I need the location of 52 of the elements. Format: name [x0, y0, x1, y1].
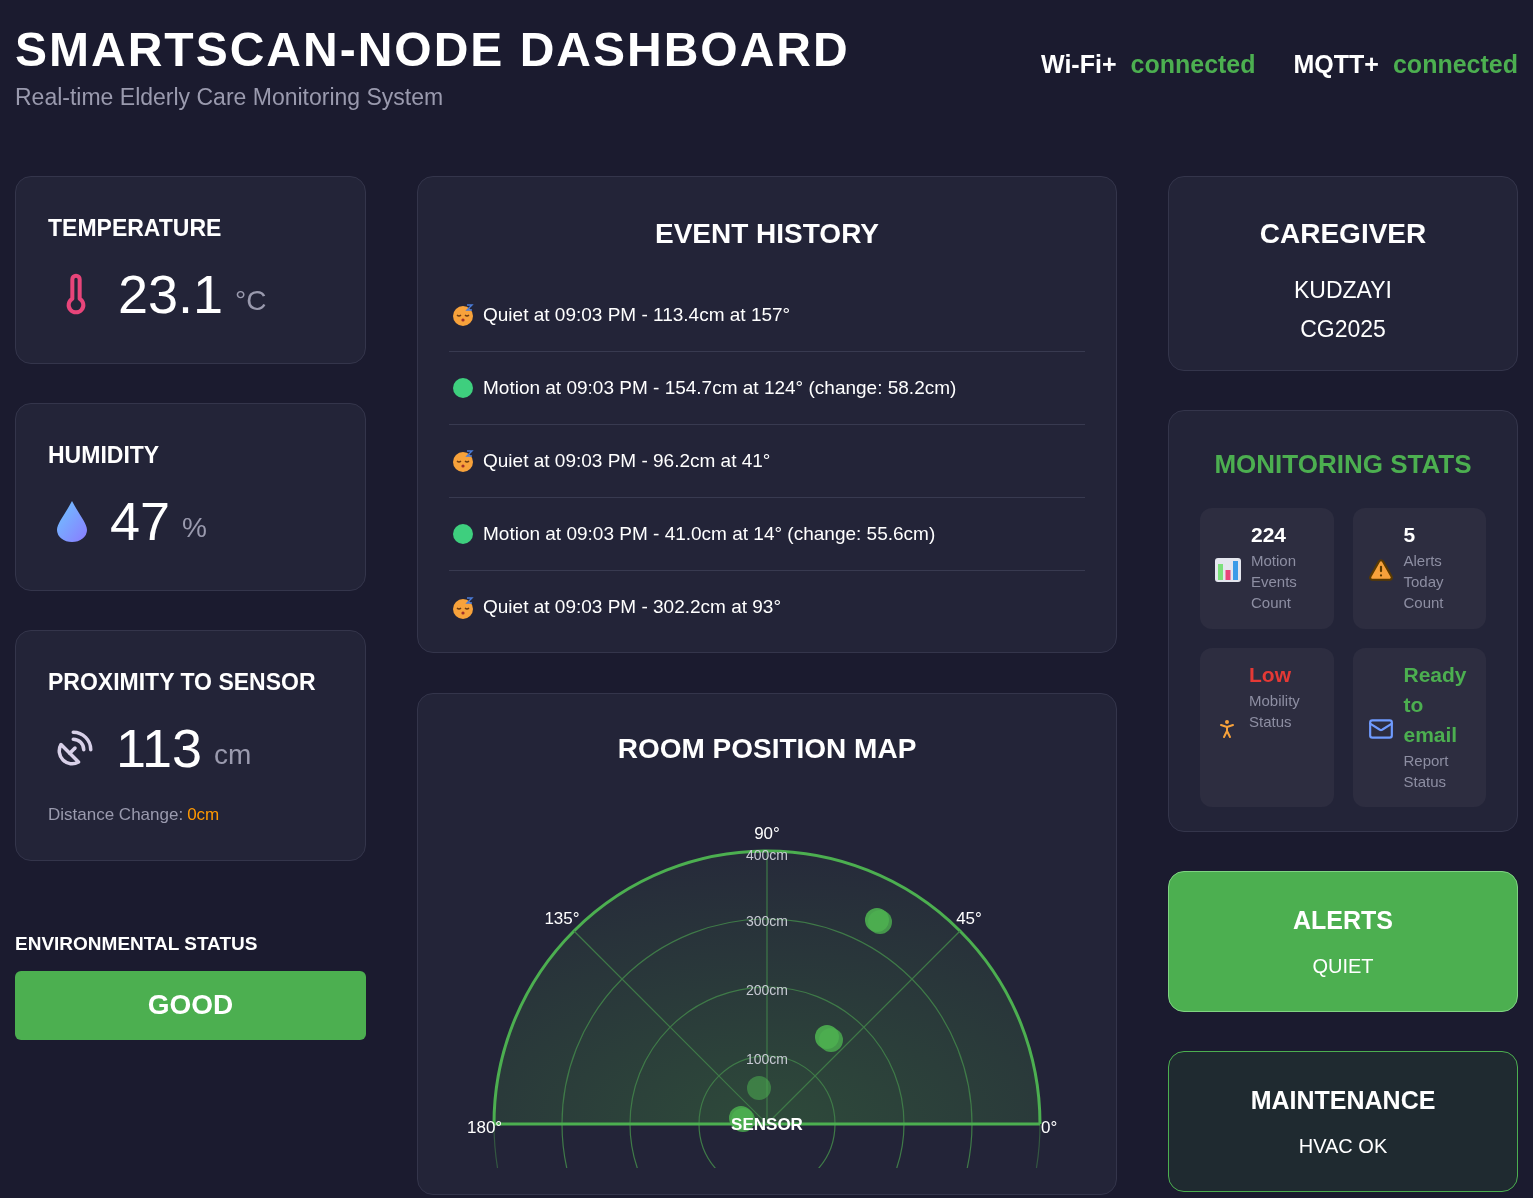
maintenance-status: HVAC OK: [1298, 1134, 1388, 1160]
stat-label: Mobility Status: [1249, 691, 1301, 732]
room-map-title: ROOM POSITION MAP: [616, 732, 918, 766]
sensor-value: 47: [110, 493, 171, 548]
stat-value: Ready to email: [1403, 662, 1468, 748]
angle-label: 180°: [467, 1118, 503, 1137]
stat-label: Report Status: [1403, 751, 1450, 792]
range-label: 300cm: [746, 913, 788, 929]
sensor-unit: °C: [235, 283, 267, 318]
sensor-title: TEMPERATURE: [48, 214, 223, 243]
angle-label: 0°: [1041, 1118, 1058, 1137]
angle-label: 90°: [754, 824, 780, 843]
dashboard-subtitle: Real-time Elderly Care Monitoring System: [15, 83, 445, 112]
connection-status: connected: [1392, 49, 1518, 80]
distance-change-value: 0cm: [187, 803, 220, 826]
stat-label: Motion Events Count: [1251, 551, 1298, 613]
sensor-unit: cm: [214, 737, 252, 772]
sensor-unit: %: [182, 510, 207, 545]
caregiver-name: KUDZAYI: [1294, 276, 1392, 305]
event-entry: Motion at 09:03 PM - 41.0cm at 14° (change: 55.6cm): [483, 521, 936, 546]
event-entry: Quiet at 09:03 PM - 113.4cm at 157°: [483, 302, 791, 327]
stat-value: Low: [1249, 662, 1292, 688]
sensor-title: HUMIDITY: [48, 441, 161, 470]
caregiver-id: CG2025: [1300, 314, 1386, 344]
connection-status: connected: [1130, 49, 1256, 80]
monitoring-stats-title: MONITORING STATS: [1214, 448, 1472, 481]
maintenance-title: MAINTENANCE: [1250, 1084, 1436, 1116]
stat-value: 224: [1251, 522, 1288, 548]
sensor-title: PROXIMITY TO SENSOR: [48, 668, 317, 697]
event-history-title: EVENT HISTORY: [653, 217, 880, 251]
environmental-status-badge: GOOD: [15, 970, 366, 1040]
alerts-title: ALERTS: [1293, 904, 1393, 936]
alerts-status: QUIET: [1312, 954, 1374, 980]
caregiver-title: CAREGIVER: [1259, 217, 1427, 251]
angle-label: 135°: [544, 909, 580, 928]
event-entry: Motion at 09:03 PM - 154.7cm at 124° (change: 58.2cm): [483, 375, 957, 400]
range-label: 400cm: [746, 847, 788, 863]
stat-value: 5: [1403, 522, 1417, 548]
sensor-label: SENSOR: [731, 1115, 803, 1134]
distance-change-label: Distance Change:: [48, 803, 184, 826]
dashboard-title: SMARTSCAN-NODE DASHBOARD: [15, 22, 850, 78]
connection-label: Wi-Fi+: [1041, 49, 1117, 80]
event-entry: Quiet at 09:03 PM - 302.2cm at 93°: [483, 595, 782, 620]
sensor-value: 113: [116, 720, 203, 775]
event-entry: Quiet at 09:03 PM - 96.2cm at 41°: [483, 448, 771, 473]
connection-label: MQTT+: [1293, 49, 1379, 80]
angle-label: 45°: [956, 909, 982, 928]
environmental-status-label: ENVIRONMENTAL STATUS: [15, 932, 259, 956]
range-label: 200cm: [746, 982, 788, 998]
range-label: 100cm: [746, 1051, 788, 1067]
sensor-value: 23.1: [118, 266, 224, 321]
stat-label: Alerts Today Count: [1403, 551, 1445, 613]
